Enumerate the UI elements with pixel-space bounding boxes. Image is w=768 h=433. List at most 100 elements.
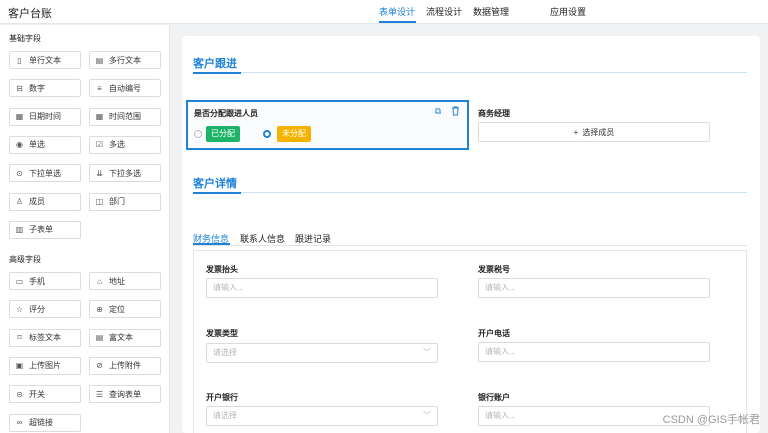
- palette-item-label: 定位: [109, 304, 125, 314]
- palette-item[interactable]: ▥ 子表单: [9, 220, 81, 239]
- option-assigned: 已分配: [206, 126, 240, 142]
- palette-item[interactable]: ◉ 单选: [9, 135, 81, 154]
- palette-item[interactable]: ⌂ 地址: [89, 272, 161, 290]
- palette-item-label: 多行文本: [109, 55, 141, 65]
- bank-name-select[interactable]: 请选择 ﹀: [206, 406, 438, 426]
- bank-name-label: 开户银行: [206, 393, 238, 402]
- tab-form-design[interactable]: 表单设计: [379, 5, 415, 18]
- palette-item-label: 手机: [29, 276, 45, 286]
- delete-icon[interactable]: [450, 106, 460, 116]
- subtab-followup-records[interactable]: 跟进记录: [295, 232, 331, 245]
- select-member-button[interactable]: + 选择成员: [478, 122, 710, 142]
- calendar-range-icon: ▦: [95, 112, 104, 122]
- palette-item-label: 时间范围: [109, 112, 141, 122]
- chevron-down-icon: ﹀: [423, 411, 431, 420]
- radio-icon: ◉: [16, 140, 23, 150]
- palette-item[interactable]: ≡ 自动编号: [89, 79, 161, 98]
- radio-assigned[interactable]: [194, 130, 202, 138]
- palette-item[interactable]: ☑ 多选: [89, 135, 161, 154]
- palette-item[interactable]: ▣ 上传图片: [9, 356, 81, 375]
- basic-fields-title: 基础字段: [9, 34, 41, 43]
- chevron-down-icon: ﹀: [423, 348, 431, 357]
- palette-item[interactable]: ⊝ 开关: [9, 385, 81, 404]
- palette-item[interactable]: ◫ 部门: [89, 192, 161, 211]
- palette-item[interactable]: ∞ 超链接: [9, 413, 81, 432]
- invoice-title-input[interactable]: 请输入...: [206, 278, 438, 298]
- query-icon: ☰: [95, 389, 104, 399]
- tab-data-management[interactable]: 数据管理: [473, 5, 509, 18]
- palette-item-label: 上传图片: [29, 361, 61, 371]
- bank-phone-input[interactable]: 请输入...: [478, 342, 710, 362]
- palette-item[interactable]: ☰ 查询表单: [89, 385, 161, 404]
- palette-item-label: 查询表单: [109, 389, 141, 399]
- user-icon: ♙: [15, 197, 24, 206]
- palette-item[interactable]: ☆ 评分: [9, 300, 81, 319]
- copy-icon[interactable]: ⧉: [433, 106, 443, 116]
- palette-item-label: 下拉单选: [29, 168, 61, 178]
- palette-item-label: 部门: [109, 197, 125, 206]
- palette-item-label: 标签文本: [29, 333, 61, 343]
- assign-field-label: 是否分配跟进人员: [194, 109, 258, 118]
- top-bar: 客户台账 表单设计 流程设计 数据管理 应用设置: [0, 0, 768, 24]
- palette-item[interactable]: ♙ 成员: [9, 192, 81, 211]
- group-title-follow-up: 客户跟进: [193, 58, 237, 70]
- dropdown-icon: ⊙: [16, 168, 23, 178]
- subtab-contacts[interactable]: 联系人信息: [240, 232, 285, 245]
- subtab-divider: [193, 245, 747, 246]
- field-palette: 基础字段 ▯ 单行文本 ▤ 多行文本 ⊟ 数字 ≡ 自动编号 ▦ 日期时间 ▦ 时间范围 ◉ 单选 ☑ 多选 ⊙…: [0, 25, 170, 433]
- palette-item[interactable]: ▦ 日期时间: [9, 107, 81, 126]
- location-icon: ⊕: [96, 304, 103, 314]
- palette-item-label: 单选: [29, 140, 45, 150]
- tab-flow-design[interactable]: 流程设计: [426, 5, 462, 18]
- bank-account-label: 银行账户: [478, 393, 510, 402]
- assign-field-selected[interactable]: 是否分配跟进人员 ⧉ 已分配 未分配: [186, 100, 469, 150]
- invoice-type-placeholder: 请选择: [213, 348, 237, 357]
- file-lines-icon: ▤: [95, 55, 104, 65]
- palette-item-label: 日期时间: [29, 112, 61, 122]
- palette-item[interactable]: ▤ 富文本: [89, 328, 161, 347]
- invoice-type-label: 发票类型: [206, 329, 238, 338]
- option-unassigned: 未分配: [277, 126, 311, 142]
- invoice-title-label: 发票抬头: [206, 265, 238, 274]
- calendar-icon: ▦: [15, 112, 24, 122]
- palette-item[interactable]: ⊟ 数字: [9, 79, 81, 98]
- palette-item-label: 下拉多选: [109, 168, 141, 178]
- active-tab-indicator: [379, 21, 416, 23]
- palette-item[interactable]: ▯ 单行文本: [9, 51, 81, 69]
- checkbox-icon: ☑: [95, 140, 104, 150]
- tax-number-input[interactable]: 请输入...: [478, 278, 710, 298]
- palette-item-label: 自动编号: [109, 83, 141, 93]
- palette-item[interactable]: ⌑ 标签文本: [9, 328, 81, 347]
- tab-app-settings[interactable]: 应用设置: [550, 5, 586, 18]
- active-subtab-indicator: [193, 243, 230, 245]
- palette-item[interactable]: ▤ 多行文本: [89, 51, 161, 69]
- palette-item-label: 子表单: [29, 225, 53, 235]
- radio-unassigned[interactable]: [263, 130, 271, 138]
- palette-item[interactable]: ▭ 手机: [9, 272, 81, 290]
- number-icon: ⊟: [16, 83, 23, 93]
- plus-icon: +: [573, 127, 579, 137]
- bank-name-placeholder: 请选择: [213, 411, 237, 420]
- group-divider: [193, 192, 747, 194]
- palette-item[interactable]: ▦ 时间范围: [89, 107, 161, 126]
- palette-item[interactable]: ⊕ 定位: [89, 300, 161, 319]
- palette-item-label: 数字: [29, 83, 45, 93]
- palette-item-label: 开关: [29, 389, 45, 399]
- select-member-label: 选择成员: [582, 127, 615, 137]
- tax-number-label: 发票税号: [478, 265, 510, 274]
- palette-item-label: 富文本: [109, 333, 133, 343]
- palette-item[interactable]: ⊘ 上传附件: [89, 356, 161, 375]
- palette-item[interactable]: ⇊ 下拉多选: [89, 164, 161, 183]
- address-icon: ⌂: [97, 276, 102, 286]
- manager-field-label: 商务经理: [478, 109, 510, 118]
- palette-item-label: 上传附件: [109, 361, 141, 371]
- palette-item-label: 成员: [29, 197, 45, 206]
- palette-item-label: 超链接: [29, 418, 53, 427]
- invoice-type-select[interactable]: 请选择 ﹀: [206, 343, 438, 363]
- attachment-icon: ⊘: [96, 361, 103, 371]
- app-title: 客户台账: [8, 8, 52, 20]
- palette-item[interactable]: ⊙ 下拉单选: [9, 164, 81, 183]
- tag-icon: ⌑: [17, 333, 22, 343]
- file-icon: ▯: [17, 55, 22, 65]
- palette-item-label: 多选: [109, 140, 125, 150]
